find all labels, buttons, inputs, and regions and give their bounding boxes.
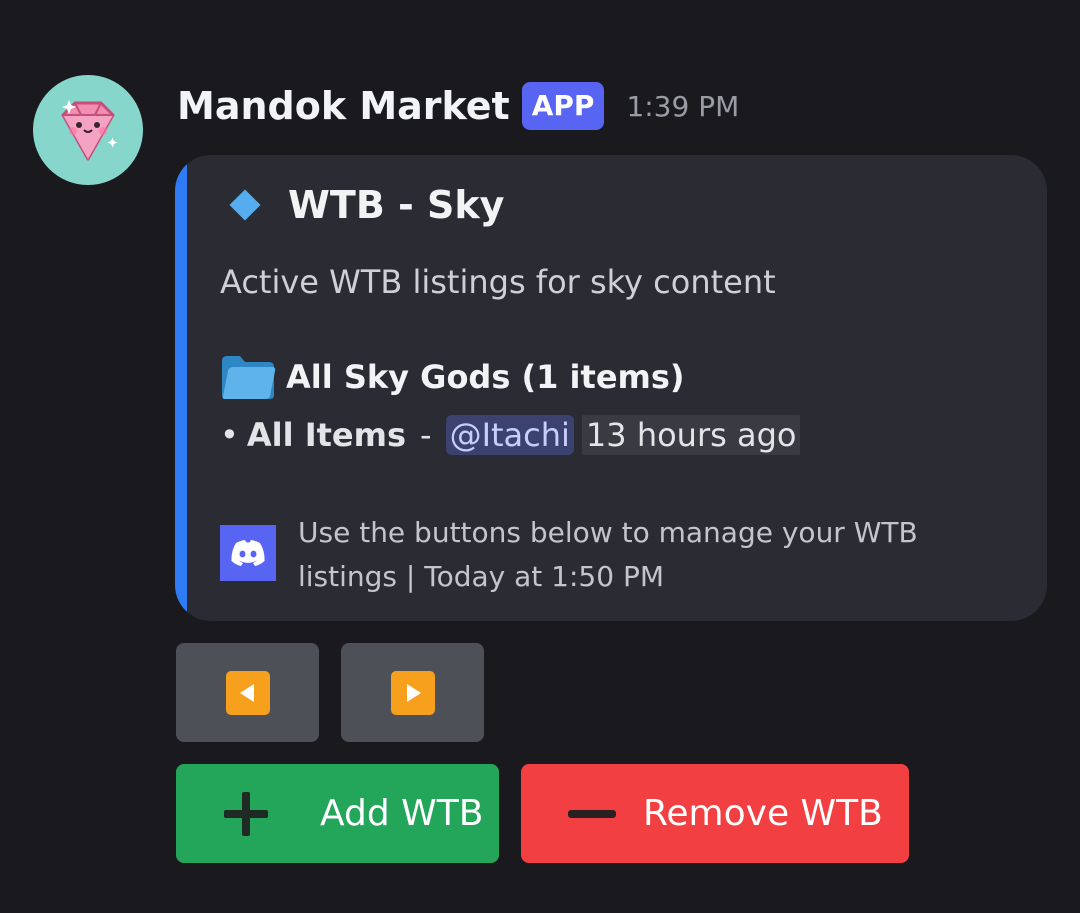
embed-description: Active WTB listings for sky content [220, 263, 776, 301]
next-page-button[interactable] [341, 643, 484, 742]
field-name: All Sky Gods (1 items) [220, 353, 685, 401]
separator: - [420, 416, 432, 454]
relative-timestamp[interactable]: 13 hours ago [581, 415, 801, 455]
field-value: • All Items - @Itachi 13 hours ago [220, 415, 801, 455]
folder-icon [222, 356, 276, 399]
avatar[interactable] [33, 75, 143, 185]
blue-diamond-icon [229, 189, 261, 221]
minus-icon [568, 809, 616, 818]
add-wtb-button[interactable]: Add WTB [176, 764, 499, 863]
app-badge: APP [521, 82, 605, 130]
embed-accent-bar [175, 155, 187, 621]
remove-wtb-button[interactable]: Remove WTB [521, 764, 909, 863]
embed-card: WTB - Sky Active WTB listings for sky co… [175, 155, 1047, 621]
pink-diamond-icon [61, 100, 118, 161]
discord-icon [220, 525, 276, 581]
message-header: Mandok Market APP 1:39 PM [177, 80, 739, 132]
footer-text: Use the buttons below to manage your WTB… [298, 516, 918, 593]
embed-title-text: WTB - Sky [288, 183, 505, 227]
previous-page-button[interactable] [176, 643, 319, 742]
arrow-left-icon [225, 670, 270, 715]
bullet: • [220, 416, 239, 454]
message-timestamp[interactable]: 1:39 PM [626, 90, 739, 123]
field-name-text: All Sky Gods (1 items) [286, 358, 685, 396]
add-wtb-label: Add WTB [320, 793, 484, 834]
items-label: All Items [246, 416, 407, 454]
user-mention[interactable]: @Itachi [445, 415, 574, 455]
embed-title: WTB - Sky [229, 183, 504, 227]
plus-icon [224, 791, 268, 836]
remove-wtb-label: Remove WTB [643, 793, 883, 834]
arrow-right-icon [390, 670, 435, 715]
embed-footer: Use the buttons below to manage your WTB… [220, 511, 938, 599]
author-name[interactable]: Mandok Market [177, 84, 510, 128]
